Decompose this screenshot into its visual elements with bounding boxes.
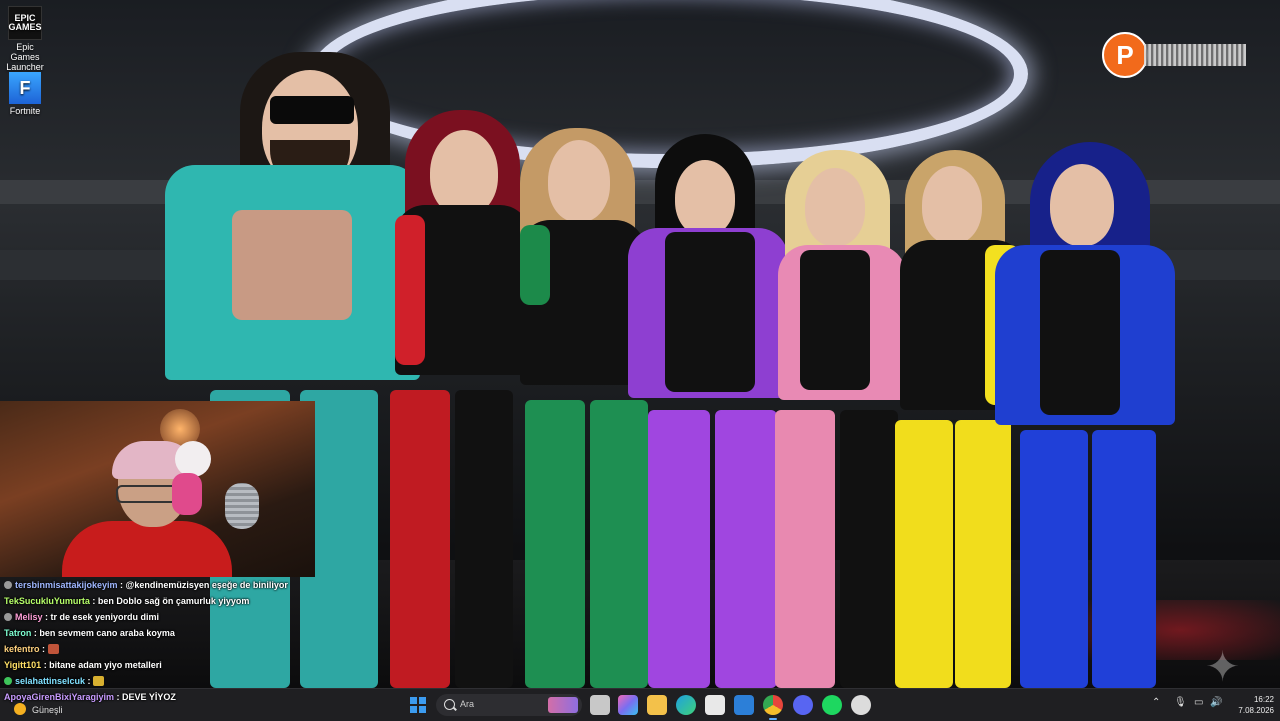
task-view-icon[interactable]	[590, 695, 610, 715]
windows-logo-icon	[419, 706, 426, 713]
windows-logo-icon	[410, 706, 417, 713]
tray-chevron-icon[interactable]: ⌃	[1152, 697, 1160, 708]
chat-username: tersbinmisattakijokeyim	[15, 580, 118, 590]
spotify-icon[interactable]	[822, 695, 842, 715]
volume-icon[interactable]: 🔊	[1210, 697, 1222, 708]
clock-date: 7.08.2026	[1238, 706, 1274, 715]
chat-username: Tatron	[4, 628, 32, 638]
epic-games-icon: EPIC GAMES	[8, 6, 42, 40]
headset-icon	[172, 473, 202, 515]
clock-time: 16:22	[1253, 695, 1274, 704]
chat-message: Tatron : ben sevmem cano araba koyma	[4, 626, 175, 640]
logo-letter: P	[1116, 40, 1134, 70]
chat-message: ApoyaGirenBixiYaragiyim : DEVE YİYOZ	[4, 690, 176, 704]
sub-badge-icon	[4, 677, 12, 685]
chat-text: : DEVE YİYOZ	[114, 692, 176, 702]
fortnite-tile-text: F	[19, 78, 31, 98]
edge-icon[interactable]	[676, 695, 696, 715]
chat-message: kefentro :	[4, 642, 59, 656]
taskbar: Güneşli Ara ⌃ 🎙 ▭ 🔊 16:22 7.08.2026	[0, 688, 1280, 721]
chat-overlay: tersbinmisattakijokeyim : @kendinemüzisy…	[0, 578, 330, 688]
chat-username: TekSucukluYumurta	[4, 596, 90, 606]
search-placeholder: Ara	[460, 699, 475, 709]
chat-username: Melisy	[15, 612, 43, 622]
chat-username: Yigitt101	[4, 660, 42, 670]
chat-message: Yigitt101 : bitane adam yiyo metalleri	[4, 658, 162, 672]
chat-message: TekSucukluYumurta : ben Doblo sağ ön çam…	[4, 594, 249, 608]
chat-text: : bitane adam yiyo metalleri	[41, 660, 162, 670]
sun-icon	[14, 703, 26, 715]
start-button[interactable]	[410, 697, 426, 713]
store-icon[interactable]	[705, 695, 725, 715]
emote-icon	[93, 676, 105, 686]
channel-logo-icon: P	[1102, 32, 1148, 78]
streamer-shirt	[62, 521, 232, 577]
desktop-icon-label: Epic Games	[10, 42, 40, 62]
mod-badge-icon	[4, 613, 12, 621]
discord-icon[interactable]	[793, 695, 813, 715]
emote-icon	[47, 644, 59, 654]
chat-message: tersbinmisattakijokeyim : @kendinemüzisy…	[4, 578, 288, 592]
beanie-pompom	[175, 441, 211, 477]
windows-logo-icon	[419, 697, 426, 704]
weather-label: Güneşli	[32, 705, 63, 715]
chrome-icon[interactable]	[763, 695, 783, 720]
chat-text: : ben sevmem cano araba koyma	[31, 628, 175, 638]
chat-username: kefentro	[4, 644, 40, 654]
desktop-icon-fortnite[interactable]: F Fortnite	[2, 72, 48, 116]
search-highlight-icon	[548, 697, 578, 713]
chat-message: selahattinselcuk :	[4, 674, 105, 688]
copilot-icon[interactable]	[618, 695, 638, 715]
weather-widget[interactable]: Güneşli	[14, 703, 63, 715]
desktop-icon-label: Fortnite	[9, 106, 41, 116]
webcam-overlay	[0, 401, 315, 577]
desktop-icon-label: Launcher	[6, 62, 44, 72]
chat-username: selahattinselcuk	[15, 676, 86, 686]
microphone-icon	[225, 483, 259, 529]
chat-text: :	[39, 644, 48, 654]
chat-message: Melisy : tr de esek yeniyordu dimi	[4, 610, 159, 624]
obs-icon[interactable]	[851, 695, 871, 715]
taskbar-search[interactable]: Ara	[436, 694, 582, 716]
mail-icon[interactable]	[734, 695, 754, 715]
sparkle-icon: ✦	[1205, 643, 1241, 690]
desktop-icon-epic-games[interactable]: EPIC GAMES Epic Games Launcher	[2, 6, 48, 72]
folder-icon[interactable]	[647, 695, 667, 715]
chat-text: : @kendinemüzisyen eşeğe de biniliyor	[117, 580, 288, 590]
channel-name-redacted	[1144, 44, 1246, 66]
microphone-tray-icon[interactable]: 🎙	[1174, 697, 1187, 708]
chat-text: : tr de esek yeniyordu dimi	[42, 612, 160, 622]
chat-username: ApoyaGirenBixiYaragiyim	[4, 692, 115, 702]
mod-badge-icon	[4, 581, 12, 589]
epic-games-tile-text: EPIC GAMES	[8, 13, 42, 32]
chat-text: : ben Doblo sağ ön çamurluk yiyyom	[89, 596, 250, 606]
search-icon	[444, 699, 455, 710]
clock[interactable]: 16:22 7.08.2026	[1228, 694, 1274, 716]
chat-text: :	[85, 676, 94, 686]
windows-logo-icon	[410, 697, 417, 704]
network-icon[interactable]: ▭	[1194, 697, 1203, 708]
fortnite-icon: F	[9, 72, 41, 104]
